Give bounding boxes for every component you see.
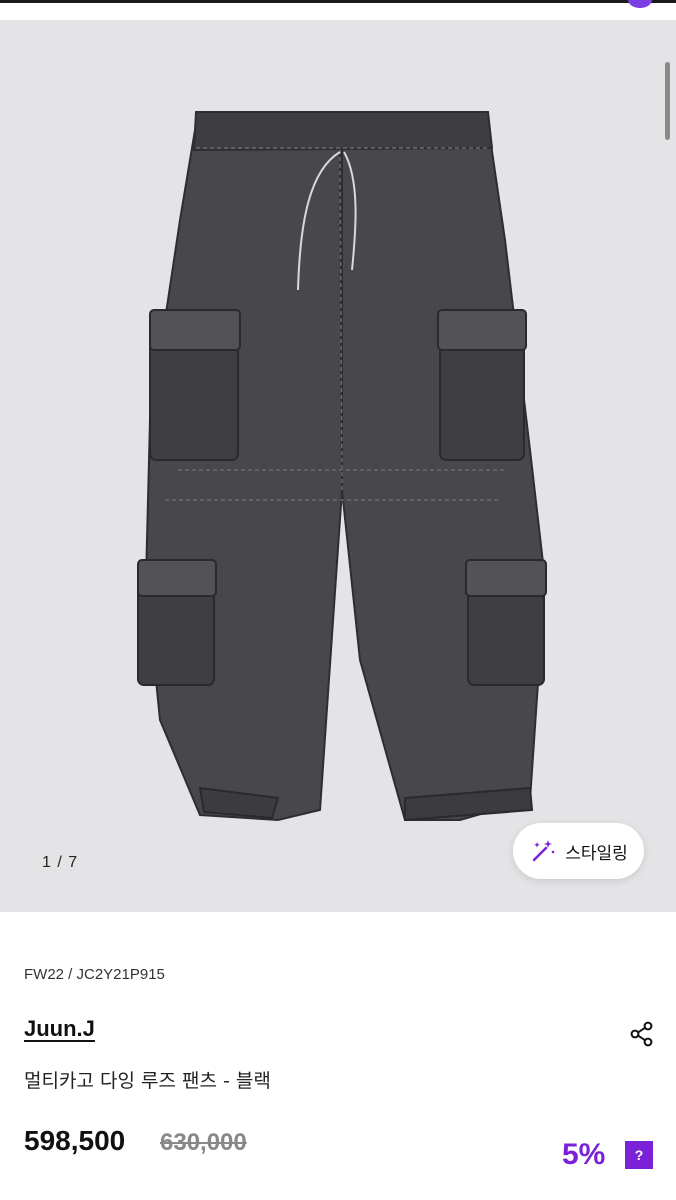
image-counter: 1 / 7 (42, 854, 79, 871)
sale-price: 598,500 (24, 1125, 126, 1156)
notification-dot[interactable] (628, 0, 652, 8)
scrollbar[interactable] (665, 62, 670, 140)
styling-button[interactable]: 스타일링 (513, 823, 644, 879)
brand-link[interactable]: Juun.J (24, 1016, 95, 1042)
top-divider (0, 0, 676, 3)
product-name: 멀티카고 다잉 루즈 팬츠 - 블랙 (24, 1070, 271, 1092)
top-status-bar (0, 0, 676, 20)
product-image-gallery[interactable]: 1 / 7 스타일링 (0, 20, 676, 912)
original-price: 630,000 (160, 1129, 247, 1156)
styling-button-label: 스타일링 (565, 843, 628, 864)
product-image (137, 111, 547, 822)
magic-wand-icon (532, 840, 555, 862)
share-icon[interactable] (628, 1020, 656, 1048)
season-code: FW22 / JC2Y21P915 (24, 966, 165, 983)
discount-help-button[interactable]: ? (625, 1141, 653, 1169)
discount-rate: 5% (562, 1138, 606, 1171)
product-info: FW22 / JC2Y21P915 Juun.J 멀티카고 다잉 루즈 팬츠 -… (0, 912, 676, 1200)
